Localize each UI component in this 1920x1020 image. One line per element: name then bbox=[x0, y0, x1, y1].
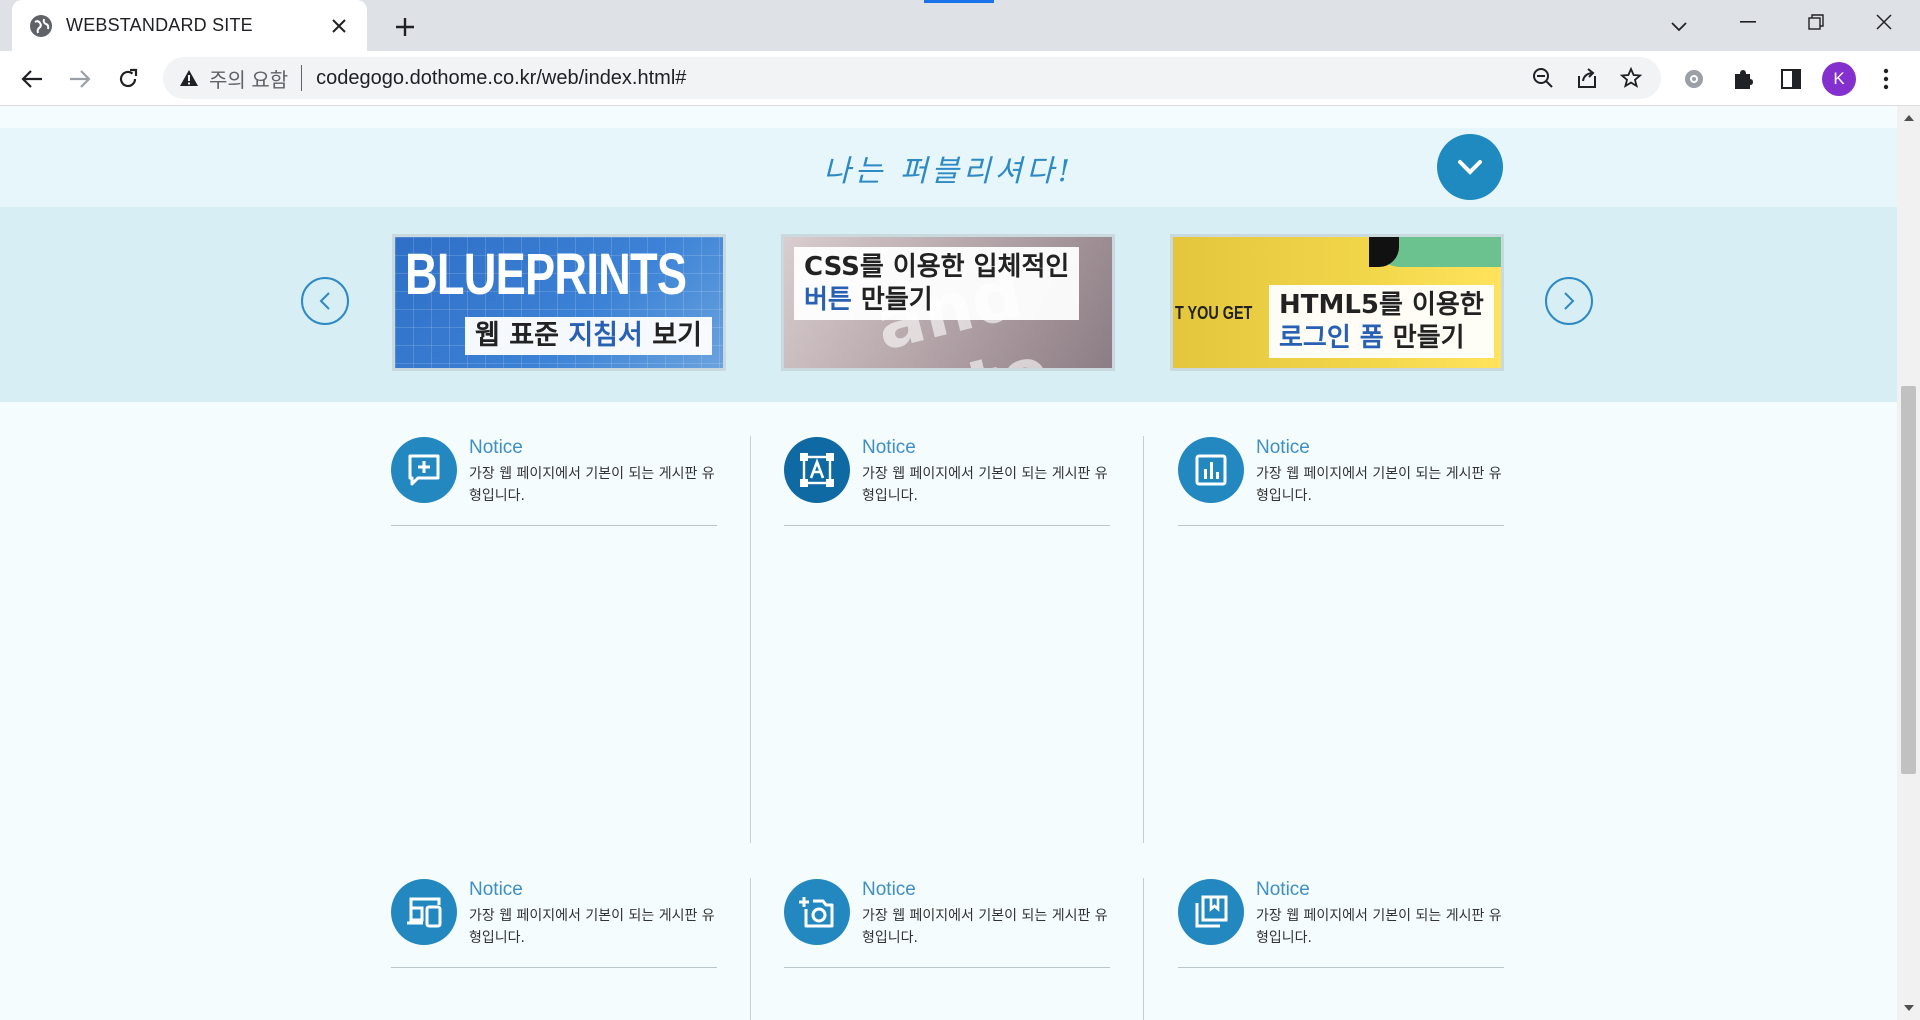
tab-search-chevron-icon[interactable] bbox=[1662, 10, 1696, 44]
close-tab-icon[interactable] bbox=[325, 12, 353, 40]
security-status-label[interactable]: 주의 요함 bbox=[209, 64, 288, 93]
browser-tab-bar: WEBSTANDARD SITE bbox=[0, 0, 1920, 51]
slide-web-standard-guide[interactable]: BLUEPRINTS 웹 표준 지침서 보기 bbox=[392, 234, 726, 371]
notice-title[interactable]: Notice bbox=[1256, 879, 1310, 901]
omnibox-divider bbox=[301, 65, 303, 91]
profile-avatar[interactable]: K bbox=[1822, 62, 1856, 96]
restore-window-icon[interactable] bbox=[1788, 0, 1844, 44]
scroll-down-arrow-icon[interactable] bbox=[1897, 997, 1920, 1020]
page-scrollbar[interactable] bbox=[1897, 106, 1920, 1020]
caption-text: 웹 표준 bbox=[475, 320, 569, 351]
notice-title[interactable]: Notice bbox=[862, 437, 916, 459]
slider-next-button[interactable] bbox=[1545, 277, 1593, 325]
slide-caption: CSS를 이용한 입체적인 버튼 만들기 bbox=[794, 247, 1080, 320]
notice-underline bbox=[1178, 525, 1504, 526]
header-band: 나는 퍼블리셔다! bbox=[0, 128, 1897, 207]
extensions-puzzle-icon[interactable] bbox=[1726, 62, 1760, 96]
caption-highlight: 버튼 bbox=[804, 284, 852, 315]
back-arrow-icon[interactable] bbox=[15, 62, 49, 96]
notice-title[interactable]: Notice bbox=[862, 879, 916, 901]
url-text[interactable]: codegogo.dothome.co.kr/web/index.html# bbox=[316, 67, 1521, 90]
add-comment-icon bbox=[391, 437, 457, 503]
slide-caption: HTML5를 이용한 로그인 폼 만들기 bbox=[1269, 285, 1494, 358]
slide-caption: 웹 표준 지침서 보기 bbox=[465, 317, 712, 355]
notice-underline bbox=[784, 967, 1110, 968]
slide-html5-login-form[interactable]: T YOU GET HTML5를 이용한 로그인 폼 만들기 bbox=[1170, 234, 1504, 371]
address-bar[interactable]: 주의 요함 codegogo.dothome.co.kr/web/index.h… bbox=[163, 57, 1661, 99]
caption-line: HTML5를 이용한 bbox=[1279, 290, 1484, 320]
column-divider bbox=[1143, 436, 1144, 843]
column-divider bbox=[1143, 878, 1144, 1020]
caption-highlight: 로그인 폼 bbox=[1279, 322, 1384, 353]
notice-description: 가장 웹 페이지에서 기본이 되는 게시판 유형입니다. bbox=[469, 466, 715, 504]
extension-gear-icon[interactable] bbox=[1677, 62, 1711, 96]
scrollbar-thumb[interactable] bbox=[1901, 386, 1916, 774]
notice-underline bbox=[391, 525, 717, 526]
notice-description: 가장 웹 페이지에서 기본이 되는 게시판 유형입니다. bbox=[1256, 466, 1502, 504]
column-divider bbox=[750, 436, 751, 843]
notice-title[interactable]: Notice bbox=[1256, 437, 1310, 459]
more-menu-icon[interactable] bbox=[1869, 62, 1903, 96]
devices-icon bbox=[391, 879, 457, 945]
close-window-icon[interactable] bbox=[1856, 0, 1912, 44]
side-panel-icon[interactable] bbox=[1774, 62, 1808, 96]
caption-text: 만들기 bbox=[851, 284, 933, 315]
notice-title[interactable]: Notice bbox=[469, 437, 523, 459]
browser-toolbar: 주의 요함 codegogo.dothome.co.kr/web/index.h… bbox=[0, 51, 1920, 106]
globe-icon bbox=[30, 14, 52, 37]
page-viewport: 나는 퍼블리셔다! BLUEPRINTS 웹 표준 지침서 보기 and int… bbox=[0, 106, 1897, 1020]
scroll-down-button[interactable] bbox=[1437, 134, 1503, 200]
tab-loading-indicator bbox=[924, 0, 994, 3]
chevron-down-icon bbox=[1458, 160, 1482, 175]
minimize-window-icon[interactable] bbox=[1720, 0, 1776, 44]
site-slogan: 나는 퍼블리셔다! bbox=[823, 153, 1074, 189]
scroll-up-arrow-icon[interactable] bbox=[1897, 106, 1920, 129]
tab-title: WEBSTANDARD SITE bbox=[66, 15, 253, 35]
slide-big-text: BLUEPRINTS bbox=[405, 242, 687, 307]
bar-chart-icon bbox=[1178, 437, 1244, 503]
reload-icon[interactable] bbox=[111, 62, 145, 96]
new-tab-button[interactable] bbox=[388, 10, 422, 44]
page-top-strip bbox=[0, 106, 1897, 128]
notice-underline bbox=[1178, 967, 1504, 968]
notice-description: 가장 웹 페이지에서 기본이 되는 게시판 유형입니다. bbox=[862, 466, 1108, 504]
bookmarks-icon bbox=[1178, 879, 1244, 945]
banner-slider: BLUEPRINTS 웹 표준 지침서 보기 and inte CSS를 이용한… bbox=[0, 207, 1897, 402]
notice-title[interactable]: Notice bbox=[469, 879, 523, 901]
zoom-out-icon[interactable] bbox=[1521, 61, 1565, 95]
notice-description: 가장 웹 페이지에서 기본이 되는 게시판 유형입니다. bbox=[1256, 908, 1502, 946]
column-divider bbox=[750, 878, 751, 1020]
browser-tab[interactable]: WEBSTANDARD SITE bbox=[12, 0, 367, 51]
add-camera-icon bbox=[784, 879, 850, 945]
notice-underline bbox=[784, 525, 1110, 526]
slide-side-text: T YOU GET bbox=[1175, 303, 1253, 323]
text-frame-icon bbox=[784, 437, 850, 503]
caption-text: 보기 bbox=[642, 320, 702, 351]
notice-description: 가장 웹 페이지에서 기본이 되는 게시판 유형입니다. bbox=[862, 908, 1108, 946]
notice-underline bbox=[391, 967, 717, 968]
chevron-right-icon bbox=[1564, 292, 1575, 310]
warning-icon[interactable] bbox=[179, 69, 199, 87]
bookmark-star-icon[interactable] bbox=[1609, 61, 1653, 95]
notice-description: 가장 웹 페이지에서 기본이 되는 게시판 유형입니다. bbox=[469, 908, 715, 946]
slider-prev-button[interactable] bbox=[301, 277, 349, 325]
share-icon[interactable] bbox=[1565, 61, 1609, 95]
forward-arrow-icon[interactable] bbox=[63, 62, 97, 96]
caption-text: 만들기 bbox=[1383, 322, 1465, 353]
chevron-left-icon bbox=[319, 292, 330, 310]
caption-highlight: 지침서 bbox=[568, 320, 643, 351]
caption-line: CSS를 이용한 입체적인 bbox=[804, 252, 1070, 282]
slide-css-3d-buttons[interactable]: and inte CSS를 이용한 입체적인 버튼 만들기 bbox=[781, 234, 1115, 371]
